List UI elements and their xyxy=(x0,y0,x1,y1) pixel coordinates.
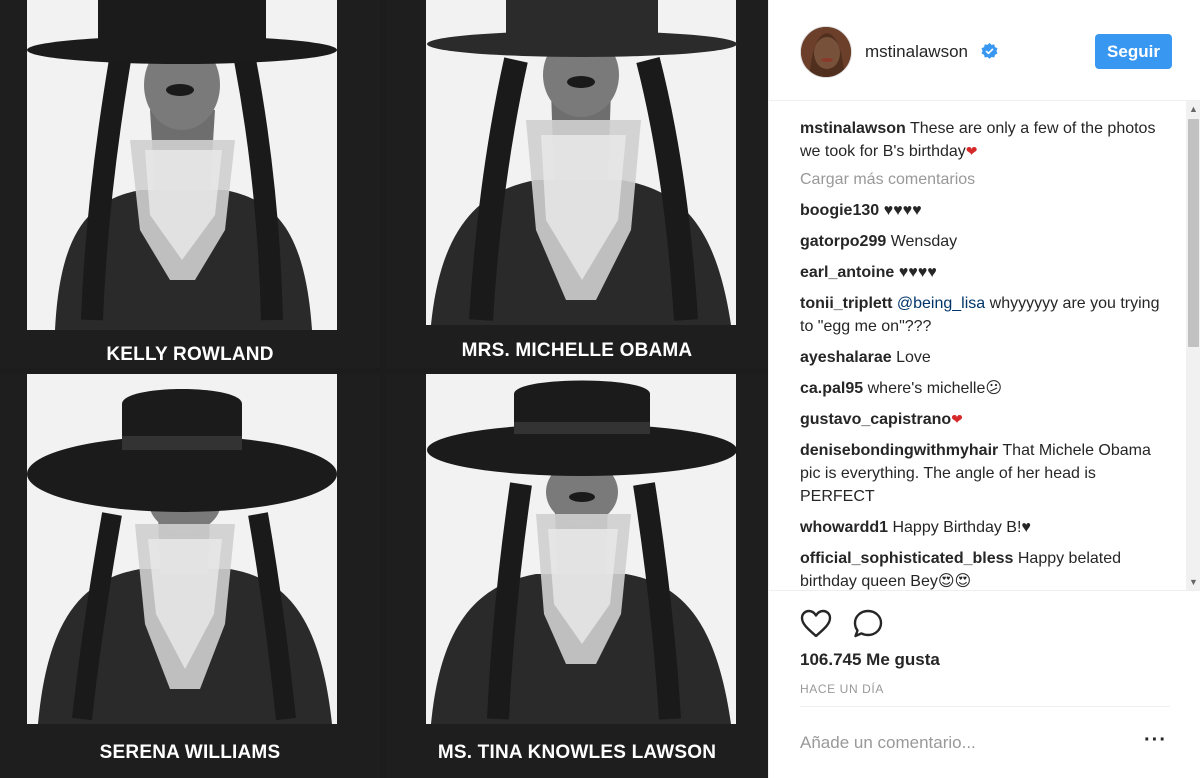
photo-panel-tina-knowles-lawson: MS. TINA KNOWLES LAWSON xyxy=(386,374,768,778)
heart-emoji-icon: ❤ xyxy=(965,143,978,159)
comments-scrollbar[interactable]: ▲ ▼ xyxy=(1186,101,1200,590)
comment-item: tonii_triplett @being_lisa whyyyyyy are … xyxy=(800,292,1160,338)
comment-input[interactable] xyxy=(800,731,1120,755)
comment-username[interactable]: denisebondingwithmyhair xyxy=(800,442,998,459)
comment-username[interactable]: boogie130 xyxy=(800,202,879,219)
comments-list[interactable]: mstinalawson These are only a few of the… xyxy=(769,101,1200,590)
comment-username[interactable]: gustavo_capistrano xyxy=(800,411,951,428)
comment-item: gatorpo299 Wensday xyxy=(800,230,1160,253)
portrait-figure xyxy=(27,0,337,330)
portrait-figure xyxy=(426,374,737,724)
panel-caption: SERENA WILLIAMS xyxy=(99,742,281,763)
photo-panel-michelle-obama: MRS. MICHELLE OBAMA xyxy=(386,0,768,368)
comment-item: official_sophisticated_bless Happy belat… xyxy=(800,547,1160,590)
comment-item: earl_antoine ♥♥♥♥ xyxy=(800,261,1160,284)
comment-bubble-icon[interactable] xyxy=(851,607,885,641)
comment-item: gustavo_capistrano❤ xyxy=(800,408,1160,431)
verified-badge-icon xyxy=(981,43,998,59)
comment-text: Wensday xyxy=(890,233,958,250)
comment-item: whowardd1 Happy Birthday B!♥ xyxy=(800,516,1160,539)
panel-caption: MS. TINA KNOWLES LAWSON xyxy=(437,742,717,763)
scroll-down-arrow-icon[interactable]: ▼ xyxy=(1186,574,1200,590)
comment-username[interactable]: ayeshalarae xyxy=(800,349,892,366)
comment-username[interactable]: ca.pal95 xyxy=(800,380,863,397)
comment-username[interactable]: earl_antoine xyxy=(800,264,894,281)
follow-button[interactable]: Seguir xyxy=(1095,34,1172,69)
post-timestamp[interactable]: HACE UN DÍA xyxy=(800,682,884,696)
portrait-figure xyxy=(27,374,337,724)
avatar-image xyxy=(801,27,851,77)
comment-item: boogie130 ♥♥♥♥ xyxy=(800,199,1160,222)
post-header: mstinalawson Seguir xyxy=(769,0,1200,101)
post-caption: mstinalawson These are only a few of the… xyxy=(800,117,1160,163)
load-more-comments-link[interactable]: Cargar más comentarios xyxy=(800,171,1160,189)
confused-emoji-icon: 😕 xyxy=(985,380,1003,397)
comment-item: ayeshalarae Love xyxy=(800,346,1160,369)
comment-username[interactable]: official_sophisticated_bless xyxy=(800,550,1013,567)
post-sidebar: mstinalawson Seguir mstinalawson These a… xyxy=(768,0,1200,778)
comment-username[interactable]: tonii_triplett xyxy=(800,295,892,312)
comment-text: Love xyxy=(896,349,931,366)
post-author-username[interactable]: mstinalawson xyxy=(865,42,968,62)
comment-username[interactable]: gatorpo299 xyxy=(800,233,886,250)
portrait-figure xyxy=(426,0,737,325)
photo-panel-serena-williams: SERENA WILLIAMS xyxy=(0,374,380,778)
scroll-up-arrow-icon[interactable]: ▲ xyxy=(1186,101,1200,117)
more-options-icon[interactable]: ··· xyxy=(1144,730,1167,750)
photo-panel-kelly-rowland: KELLY ROWLAND xyxy=(0,0,380,368)
comment-item: denisebondingwithmyhair That Michele Oba… xyxy=(800,439,1160,508)
likes-count[interactable]: 106.745 Me gusta xyxy=(800,650,940,670)
comment-text: ♥♥♥♥ xyxy=(898,264,937,281)
panel-caption: MRS. MICHELLE OBAMA xyxy=(461,340,693,361)
scrollbar-thumb[interactable] xyxy=(1188,119,1199,347)
post-image[interactable]: KELLY ROWLAND MRS. MICHELLE OBAMA SERENA… xyxy=(0,0,768,778)
caption-username[interactable]: mstinalawson xyxy=(800,120,906,137)
comment-item: ca.pal95 where's michelle😕 xyxy=(800,377,1160,400)
heart-eyes-emoji-icon: 😍😍 xyxy=(937,573,972,590)
heart-emoji-icon: ❤ xyxy=(951,411,963,427)
comment-username[interactable]: whowardd1 xyxy=(800,519,888,536)
panel-caption: KELLY ROWLAND xyxy=(106,344,274,365)
comment-text: where's michelle xyxy=(867,380,986,397)
like-heart-icon[interactable] xyxy=(799,607,833,641)
post-actions: 106.745 Me gusta HACE UN DÍA xyxy=(769,590,1200,706)
add-comment-form: ··· xyxy=(800,706,1170,778)
comment-text: Happy Birthday B!♥ xyxy=(892,519,1031,536)
avatar[interactable] xyxy=(800,26,852,78)
comment-mention-link[interactable]: @being_lisa xyxy=(897,295,985,312)
comment-text: ♥♥♥♥ xyxy=(883,202,922,219)
